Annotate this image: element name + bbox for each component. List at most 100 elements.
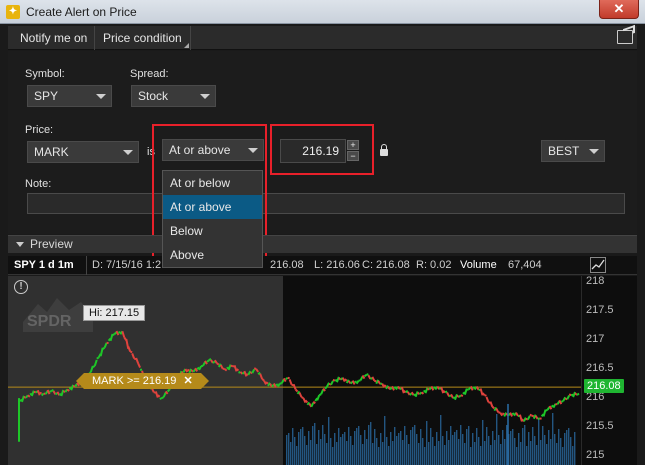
price-segment [70, 384, 75, 391]
is-label: is [147, 146, 155, 158]
price-segment [288, 379, 293, 386]
volume-bar [442, 436, 444, 465]
volume-bar [540, 440, 542, 465]
price-segment [298, 392, 303, 398]
price-segment [219, 364, 224, 370]
spread-select[interactable]: Stock [131, 85, 216, 107]
remove-alert-icon[interactable]: ✕ [183, 375, 192, 387]
volume-bar [356, 428, 358, 465]
price-segment [511, 412, 515, 416]
price-segment [102, 346, 106, 350]
price-chart[interactable]: SPDR ! Hi: 217.15 MARK >= 216.19 ✕ 218 21… [8, 276, 637, 465]
volume-bar [452, 435, 454, 465]
price-segment [161, 396, 165, 400]
price-segment [157, 394, 161, 398]
volume-bar [372, 443, 374, 465]
volume-bar [404, 426, 406, 465]
volume-bar [290, 442, 292, 465]
price-type-select[interactable]: MARK [27, 141, 139, 163]
chart-header: SPY 1 d 1m D: 7/15/16 1:2 216.08 L: 216.… [8, 256, 637, 275]
volume-bar [350, 436, 352, 465]
price-segment [542, 409, 547, 417]
preview-label: Preview [30, 237, 73, 251]
price-segment [432, 386, 436, 389]
price-segment [444, 390, 448, 394]
alert-form: Symbol: SPY Spread: Stock Price: MARK is… [8, 51, 637, 234]
dropdown-option-above[interactable]: Above [163, 243, 262, 267]
increment-button[interactable]: + [347, 140, 359, 150]
price-segment [531, 414, 535, 418]
price-input[interactable]: 216.19 [280, 139, 346, 163]
volume-bar [522, 428, 524, 465]
price-segment [355, 380, 360, 385]
price-segment [446, 392, 450, 397]
price-segment [21, 395, 25, 403]
price-segment [261, 378, 265, 382]
price-segment [294, 388, 299, 393]
price-segment [320, 389, 325, 395]
price-segment [233, 364, 238, 372]
lock-icon[interactable] [380, 144, 388, 156]
order-type-select[interactable]: BEST [541, 140, 605, 162]
price-segment [409, 392, 413, 396]
volume-bar [552, 413, 554, 465]
volume-bar [300, 429, 302, 465]
tab-price-condition[interactable]: Price condition [94, 26, 191, 50]
volume-bar [520, 442, 522, 465]
price-segment [112, 333, 115, 337]
price-segment [292, 383, 297, 390]
volume-bar [360, 435, 362, 465]
volume-bar [562, 447, 564, 465]
tab-price-condition-label: Price condition [103, 31, 182, 45]
volume-bar [476, 428, 478, 465]
note-label: Note: [25, 178, 52, 190]
app-icon: ✦ [6, 5, 20, 19]
price-type-value: MARK [34, 145, 69, 159]
price-segment [251, 368, 256, 374]
price-segment [371, 376, 376, 382]
volume-bar [398, 433, 400, 465]
dropdown-option-at-or-above[interactable]: At or above [163, 195, 262, 219]
price-segment [127, 346, 132, 352]
price-segment [509, 412, 513, 417]
volume-bar [318, 430, 320, 465]
symbol-select[interactable]: SPY [27, 85, 112, 107]
volume-bar [556, 443, 558, 465]
price-segment [162, 392, 167, 398]
price-segment [485, 396, 490, 403]
chart-symbol[interactable]: SPY 1 d 1m [14, 256, 74, 274]
volume-bar [322, 425, 324, 465]
volume-bar [466, 429, 468, 465]
close-button[interactable]: ✕ [599, 0, 639, 19]
share-icon[interactable] [617, 30, 633, 44]
alert-info-icon[interactable]: ! [14, 280, 28, 294]
preview-toggle[interactable]: Preview [8, 235, 637, 253]
volume-bar [514, 438, 516, 465]
dropdown-option-below[interactable]: Below [163, 219, 262, 243]
tab-notify-me-on[interactable]: Notify me on [12, 26, 95, 50]
price-segment [383, 384, 387, 388]
decrement-button[interactable]: − [347, 151, 359, 161]
price-segment [552, 403, 557, 409]
note-input[interactable] [27, 193, 625, 214]
price-segment [491, 406, 495, 410]
price-segment [332, 378, 336, 382]
chart-style-icon[interactable] [590, 257, 606, 273]
condition-select[interactable]: At or above [162, 139, 264, 161]
price-segment [121, 330, 126, 338]
hi-label: Hi: 217.15 [83, 305, 146, 321]
volume-label: Volume [460, 259, 497, 271]
price-segment [526, 415, 531, 421]
price-segment [330, 380, 334, 386]
price-segment [115, 330, 120, 336]
dropdown-option-at-or-below[interactable]: At or below [163, 171, 262, 195]
volume-bar [450, 426, 452, 465]
chart-close: C: 216.08 [362, 259, 410, 271]
volume-value: 67,404 [508, 259, 542, 271]
volume-bar [488, 436, 490, 465]
volume-bar [310, 440, 312, 465]
volume-bar [362, 444, 364, 465]
alert-line-label[interactable]: MARK >= 216.19 ✕ [76, 373, 209, 389]
order-type-value: BEST [548, 144, 580, 158]
price-segment [243, 370, 248, 377]
